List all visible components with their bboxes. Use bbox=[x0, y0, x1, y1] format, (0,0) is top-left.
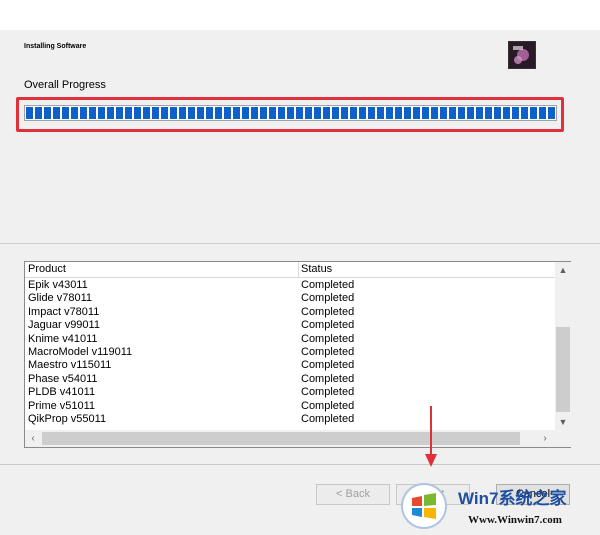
table-row[interactable]: MacroModel v119011 Completed bbox=[25, 346, 555, 359]
product-cell: Jaguar v99011 bbox=[28, 319, 100, 332]
product-cell: Prime v51011 bbox=[28, 399, 96, 412]
highlight-box bbox=[16, 97, 564, 132]
column-header-status[interactable]: Status bbox=[301, 263, 332, 275]
separator bbox=[0, 243, 600, 244]
windows-logo-icon bbox=[401, 483, 447, 529]
list-header: Product Status bbox=[25, 262, 555, 278]
status-cell: Completed bbox=[301, 386, 355, 399]
product-cell: PLDB v41011 bbox=[28, 386, 96, 399]
watermark-brand: Win7系统之家 bbox=[458, 489, 567, 508]
table-row[interactable]: Glide v78011 Completed bbox=[25, 292, 555, 305]
back-button[interactable]: < Back bbox=[316, 484, 390, 505]
product-cell: Glide v78011 bbox=[28, 292, 93, 305]
watermark: Win7系统之家 Www.Winwin7.com bbox=[398, 470, 600, 535]
table-row[interactable]: Impact v78011 Completed bbox=[25, 306, 555, 319]
watermark-url: Www.Winwin7.com bbox=[468, 514, 562, 526]
scroll-down-icon[interactable]: ▼ bbox=[555, 414, 571, 430]
status-cell: Completed bbox=[301, 332, 355, 345]
footer-divider bbox=[0, 464, 600, 465]
scroll-corner bbox=[555, 430, 571, 447]
table-row[interactable]: Prime v51011 Completed bbox=[25, 400, 555, 413]
table-row[interactable]: Maestro v115011 Completed bbox=[25, 359, 555, 372]
table-row[interactable]: Epik v43011 Completed bbox=[25, 279, 555, 292]
status-cell: Completed bbox=[301, 279, 355, 291]
product-cell: QikProp v55011 bbox=[28, 413, 107, 425]
vertical-scrollbar[interactable]: ▲ ▼ bbox=[555, 262, 571, 430]
status-cell: Completed bbox=[301, 319, 355, 332]
column-header-product[interactable]: Product bbox=[28, 263, 66, 275]
product-status-list[interactable]: Product Status Epik v43011 Completed Glide… bbox=[24, 261, 571, 448]
status-cell: Completed bbox=[301, 372, 355, 385]
vertical-scroll-thumb[interactable] bbox=[556, 327, 570, 412]
table-row[interactable]: Jaguar v99011 Completed bbox=[25, 319, 555, 332]
product-cell: Impact v78011 bbox=[28, 305, 100, 318]
scroll-left-icon[interactable]: ‹ bbox=[25, 430, 41, 447]
status-cell: Completed bbox=[301, 305, 355, 318]
table-row[interactable]: PLDB v41011 Completed bbox=[25, 386, 555, 399]
status-cell: Completed bbox=[301, 359, 355, 372]
scroll-up-icon[interactable]: ▲ bbox=[555, 262, 571, 278]
status-cell: Completed bbox=[301, 292, 355, 305]
table-row[interactable]: QikProp v55011 Completed bbox=[25, 413, 555, 426]
horizontal-scroll-thumb[interactable] bbox=[42, 432, 520, 445]
product-cell: Maestro v115011 bbox=[28, 359, 112, 372]
status-cell: Completed bbox=[301, 413, 355, 425]
product-cell: Epik v43011 bbox=[28, 279, 88, 291]
page-title: Installing Software bbox=[24, 43, 87, 50]
product-cell: Phase v54011 bbox=[28, 372, 98, 385]
app-logo-icon bbox=[508, 41, 536, 69]
table-row[interactable]: Phase v54011 Completed bbox=[25, 373, 555, 386]
column-divider[interactable] bbox=[298, 262, 299, 277]
product-cell: Knime v41011 bbox=[28, 332, 98, 345]
header-band bbox=[0, 0, 600, 30]
progress-label: Overall Progress bbox=[24, 79, 106, 91]
horizontal-scrollbar[interactable]: ‹ › bbox=[25, 430, 555, 447]
scroll-right-icon[interactable]: › bbox=[537, 430, 553, 447]
red-arrow-icon bbox=[425, 406, 437, 467]
status-cell: Completed bbox=[301, 399, 355, 412]
status-cell: Completed bbox=[301, 346, 355, 358]
product-cell: MacroModel v119011 bbox=[28, 346, 133, 358]
table-row[interactable]: Knime v41011 Completed bbox=[25, 333, 555, 346]
